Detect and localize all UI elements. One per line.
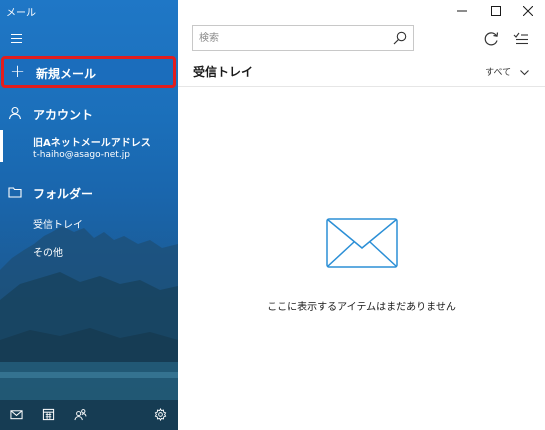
close-icon <box>523 6 533 16</box>
folder-item-inbox[interactable]: 受信トレイ <box>33 216 83 231</box>
empty-state-message: ここに表示するアイテムはまだありません <box>267 302 456 313</box>
folder-item-other[interactable]: その他 <box>33 244 63 259</box>
account-item[interactable]: 旧Aネットメールアドレス t-haiho@asago-net.jp <box>0 128 178 168</box>
hamburger-menu-button[interactable] <box>6 28 30 48</box>
new-mail-label: 新規メール <box>36 67 97 81</box>
maximize-button[interactable] <box>479 0 513 22</box>
plus-icon: + <box>10 61 26 82</box>
minimize-icon <box>457 10 467 12</box>
navigation-pane: メール + 新規メール アカウント 旧Aネットメールアドレス t-haiho@a… <box>0 0 178 430</box>
filter-label: すべて <box>485 68 512 78</box>
app-title: メール <box>6 8 36 19</box>
search-icon[interactable] <box>393 31 407 45</box>
folder-icon <box>8 187 22 198</box>
header-divider <box>178 86 545 87</box>
bottom-app-bar <box>0 400 178 430</box>
select-mode-icon[interactable] <box>510 28 532 50</box>
hamburger-icon-line <box>11 42 22 43</box>
search-input[interactable] <box>199 29 379 47</box>
accounts-heading: アカウント <box>33 108 94 122</box>
maximize-icon <box>491 6 501 16</box>
account-email: t-haiho@asago-net.jp <box>33 150 130 160</box>
calendar-switch-button[interactable] <box>38 404 60 426</box>
folders-heading: フォルダー <box>33 187 94 201</box>
selection-indicator <box>0 130 3 162</box>
settings-icon <box>154 408 167 421</box>
minimize-button[interactable] <box>445 0 479 22</box>
mail-switch-button[interactable] <box>6 404 28 426</box>
filter-dropdown[interactable]: すべて <box>485 65 529 78</box>
new-mail-button[interactable]: + 新規メール <box>1 56 176 88</box>
search-box[interactable] <box>192 25 414 51</box>
hamburger-icon-line <box>11 38 22 39</box>
people-icon <box>74 409 87 421</box>
mail-icon <box>10 410 23 420</box>
chevron-down-icon <box>520 69 529 75</box>
folder-title: 受信トレイ <box>193 65 254 79</box>
calendar-icon <box>42 408 55 421</box>
message-list-pane: 受信トレイ すべて ここに表示するアイテムはまだありません <box>178 0 545 430</box>
people-switch-button[interactable] <box>70 404 92 426</box>
settings-button[interactable] <box>150 404 172 426</box>
account-name: 旧Aネットメールアドレス <box>33 138 151 149</box>
person-icon <box>8 106 22 120</box>
close-button[interactable] <box>511 0 545 22</box>
hamburger-icon <box>11 34 22 35</box>
sync-icon[interactable] <box>480 28 502 50</box>
envelope-icon <box>326 218 398 268</box>
